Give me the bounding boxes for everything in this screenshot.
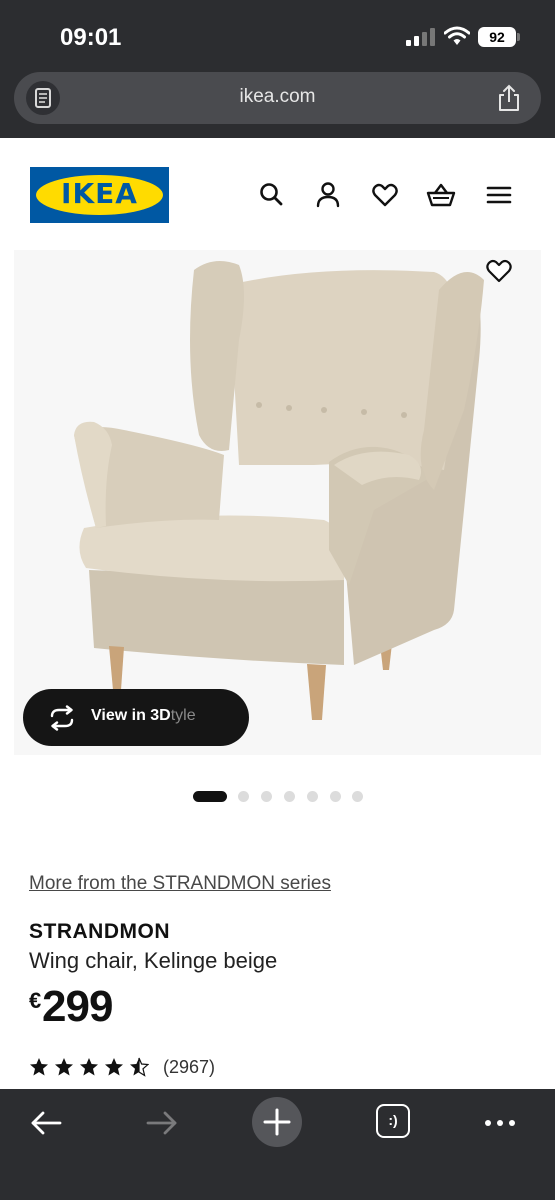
review-count: (2967) (163, 1057, 216, 1077)
ikea-logo[interactable]: IKEA (30, 167, 169, 223)
view-in-3d-label: View in 3Dtyle (91, 707, 196, 724)
view-in-3d-button[interactable]: View in 3Dtyle (23, 689, 249, 746)
back-arrow-icon[interactable] (28, 1105, 64, 1141)
carousel-dot[interactable] (261, 791, 272, 802)
wifi-icon (444, 26, 470, 45)
series-link[interactable]: More from the STRANDMON series (29, 873, 331, 895)
wishlist-icon[interactable] (370, 180, 400, 210)
half-star-icon (130, 1057, 149, 1077)
carousel-dot[interactable] (352, 791, 363, 802)
carousel-dot[interactable] (238, 791, 249, 802)
star-icon (30, 1058, 48, 1076)
menu-icon[interactable] (484, 180, 514, 210)
signal-icon (406, 28, 436, 46)
price-value: 299 (42, 982, 113, 1031)
price-currency: € (29, 988, 42, 1013)
url-text[interactable]: ikea.com (14, 86, 541, 108)
product-rating[interactable]: (2967) (29, 1055, 249, 1079)
heart-icon[interactable] (484, 256, 514, 284)
cart-icon[interactable] (426, 180, 456, 210)
rotate-3d-icon (50, 705, 74, 731)
search-icon[interactable] (257, 180, 287, 210)
url-bar[interactable]: ikea.com (14, 72, 541, 124)
product-name: STRANDMON (29, 920, 170, 943)
carousel-dot[interactable] (307, 791, 318, 802)
more-icon[interactable] (482, 1105, 518, 1141)
new-tab-icon[interactable] (252, 1097, 302, 1147)
battery-tip (517, 33, 520, 41)
logo-text: IKEA (61, 177, 138, 210)
product-description: Wing chair, Kelinge beige (29, 948, 278, 973)
product-image[interactable] (14, 250, 541, 755)
status-time: 09:01 (60, 24, 122, 51)
share-icon[interactable] (495, 83, 523, 113)
wing-chair-illustration (74, 261, 484, 720)
star-icon (105, 1058, 123, 1076)
battery-icon: 92 (478, 27, 516, 47)
browser-toolbar: :) (0, 1089, 555, 1200)
carousel-dot[interactable] (284, 791, 295, 802)
image-carousel-dots[interactable] (0, 790, 555, 802)
account-icon[interactable] (313, 180, 343, 210)
star-icon (80, 1058, 98, 1076)
carousel-dot[interactable] (330, 791, 341, 802)
browser-chrome: 09:01 92 ikea.com (0, 0, 555, 138)
tabs-icon[interactable]: :) (376, 1104, 410, 1138)
forward-arrow-icon[interactable] (144, 1105, 180, 1141)
carousel-dot[interactable] (193, 791, 227, 802)
star-icon (55, 1058, 73, 1076)
